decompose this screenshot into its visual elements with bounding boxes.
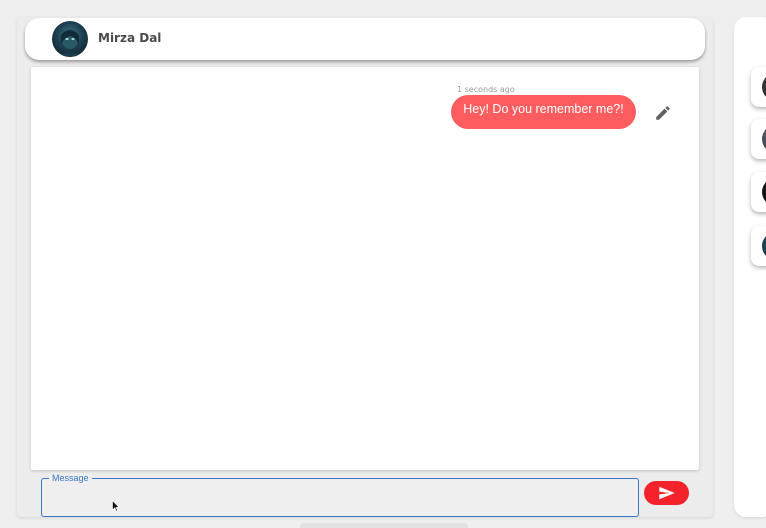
message-timestamp: 1 seconds ago [457, 85, 515, 94]
contact-avatar[interactable] [52, 21, 88, 57]
contact-list-item[interactable] [751, 67, 766, 107]
message-bubble: Hey! Do you remember me?! [451, 95, 636, 129]
message-field[interactable]: Message [41, 473, 639, 517]
edit-message-button[interactable] [654, 104, 672, 122]
contact-list-item[interactable] [751, 119, 766, 159]
chat-header: Mirza Dal [25, 18, 705, 60]
contact-avatar [762, 232, 766, 260]
contact-list-item[interactable] [751, 172, 766, 212]
contact-avatar [762, 178, 766, 206]
contact-name: Mirza Dal [98, 31, 162, 45]
messages-pane: 1 seconds ago Hey! Do you remember me?! [31, 67, 699, 470]
send-icon [658, 486, 675, 500]
send-button[interactable] [644, 481, 689, 505]
mouse-cursor-icon [112, 500, 120, 512]
message-input[interactable] [50, 491, 630, 511]
avatar-image [58, 27, 82, 57]
message-field-label: Message [49, 473, 92, 484]
footer-tab [300, 523, 468, 528]
contact-avatar [762, 125, 766, 153]
contact-avatar [762, 73, 766, 101]
contact-list-item[interactable] [751, 226, 766, 266]
pencil-icon [656, 106, 670, 120]
